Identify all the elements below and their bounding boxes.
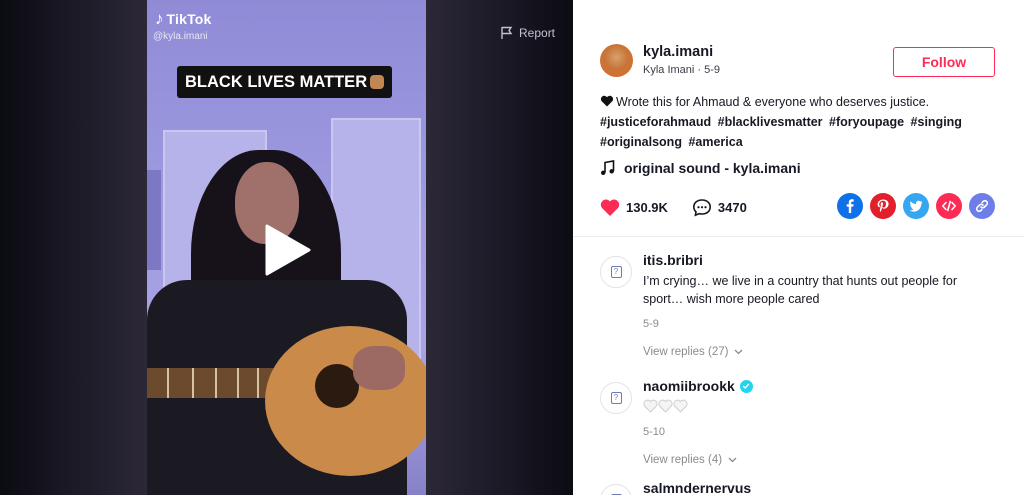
description-text: Wrote this for Ahmaud & everyone who des… [616,95,930,109]
person-hand [353,346,405,390]
comment-item: ? salmndernervus [600,480,1000,495]
comment-username-text: naomiibrookk [643,378,735,394]
comment-count: 3470 [717,200,747,215]
video-caption-banner: BLACK LIVES MATTER [177,66,393,98]
avatar[interactable]: ? [600,382,632,414]
play-icon[interactable] [263,224,311,276]
embed-code-icon [942,200,956,212]
guitar-fret [192,368,194,398]
info-panel: kyla.imani Kyla Imani · 5-9 Follow Wrote… [573,0,1024,495]
comment-date: 5-10 [643,426,666,438]
music-label: original sound - kyla.imani [624,160,801,176]
guitar-fret [215,368,217,398]
pinterest-icon [877,199,889,213]
background-shelf [147,170,161,270]
comment-text: I’m crying… we live in a country that hu… [643,274,958,306]
comment-list: ? itis.bribri I’m crying… we live in a c… [600,252,1000,495]
like-button[interactable]: 130.9K [600,198,668,217]
comment-username[interactable]: naomiibrookk [643,378,1000,394]
comment-username-text: itis.bribri [643,252,703,268]
copy-link-button[interactable] [969,193,995,219]
comment-username[interactable]: salmndernervus [643,480,1000,495]
chevron-down-icon [728,457,737,463]
hashtag-list: #justiceforahmaud #blacklivesmatter #for… [600,112,1000,152]
comment-item: ? naomiibrookk 5-10 View replies (4) [600,378,1000,480]
facebook-icon [846,199,854,213]
embed-share-button[interactable] [936,193,962,219]
view-replies-label: View replies (27) [643,346,729,358]
comment-button[interactable]: 3470 [692,198,747,217]
video-caption-text: BLACK LIVES MATTER [185,72,368,91]
report-button[interactable]: Report [500,26,555,40]
like-count: 130.9K [626,200,668,215]
hashtag-link[interactable]: #originalsong [600,135,682,149]
author-meta: Kyla Imani · 5-9 [643,64,721,76]
tiktok-wordmark: TikTok [166,11,212,27]
hashtag-link[interactable]: #justiceforahmaud [600,115,711,129]
follow-button[interactable]: Follow [893,47,995,77]
guitar-fret [237,368,239,398]
description-line: Wrote this for Ahmaud & everyone who des… [600,92,1000,112]
section-divider [573,236,1024,237]
avatar[interactable] [600,44,633,77]
avatar[interactable]: ? [600,256,632,288]
video-player[interactable]: ♪ TikTok @kyla.imani BLACK LIVES MATTER … [0,0,573,495]
hashtag-link[interactable]: #singing [911,115,962,129]
view-replies-button[interactable]: View replies (4) [643,454,1000,466]
stats-row: 130.9K 3470 [600,198,747,217]
report-label: Report [519,26,556,40]
guitar-fret [167,368,169,398]
video-handle-watermark: @kyla.imani [153,31,208,42]
tiktok-note-icon: ♪ [155,9,164,28]
link-icon [975,199,989,213]
video-description: Wrote this for Ahmaud & everyone who des… [600,92,1000,152]
verified-badge-icon [739,379,753,393]
hashtag-link[interactable]: #blacklivesmatter [718,115,823,129]
music-note-icon [601,160,615,175]
avatar-placeholder-icon: ? [610,266,622,278]
comment-icon [692,199,711,217]
comment-date: 5-9 [643,318,659,330]
white-heart-icon [643,399,658,413]
comment-text [643,398,1000,416]
avatar-placeholder-icon: ? [610,392,622,404]
twitter-share-button[interactable] [903,193,929,219]
comment-username-text: salmndernervus [643,480,752,495]
view-replies-label: View replies (4) [643,454,723,466]
white-heart-icon [658,399,673,413]
black-heart-icon [600,95,614,107]
author-username[interactable]: kyla.imani [643,44,713,60]
twitter-icon [909,200,923,212]
white-heart-icon [673,399,688,413]
chevron-down-icon [734,349,743,355]
music-link[interactable]: original sound - kyla.imani [600,160,801,176]
avatar[interactable]: ? [600,484,632,495]
view-replies-button[interactable]: View replies (27) [643,346,1000,358]
comment-username[interactable]: itis.bribri [643,252,1000,268]
hashtag-link[interactable]: #foryoupage [829,115,904,129]
guitar-fret [257,368,259,398]
fist-icon [370,75,385,89]
hashtag-link[interactable]: #america [688,135,742,149]
tiktok-logo: ♪ TikTok [155,9,212,29]
pinterest-share-button[interactable] [870,193,896,219]
flag-icon [501,26,513,39]
share-buttons [837,193,995,219]
heart-icon [600,199,620,216]
comment-item: ? itis.bribri I’m crying… we live in a c… [600,252,1000,378]
facebook-share-button[interactable] [837,193,863,219]
